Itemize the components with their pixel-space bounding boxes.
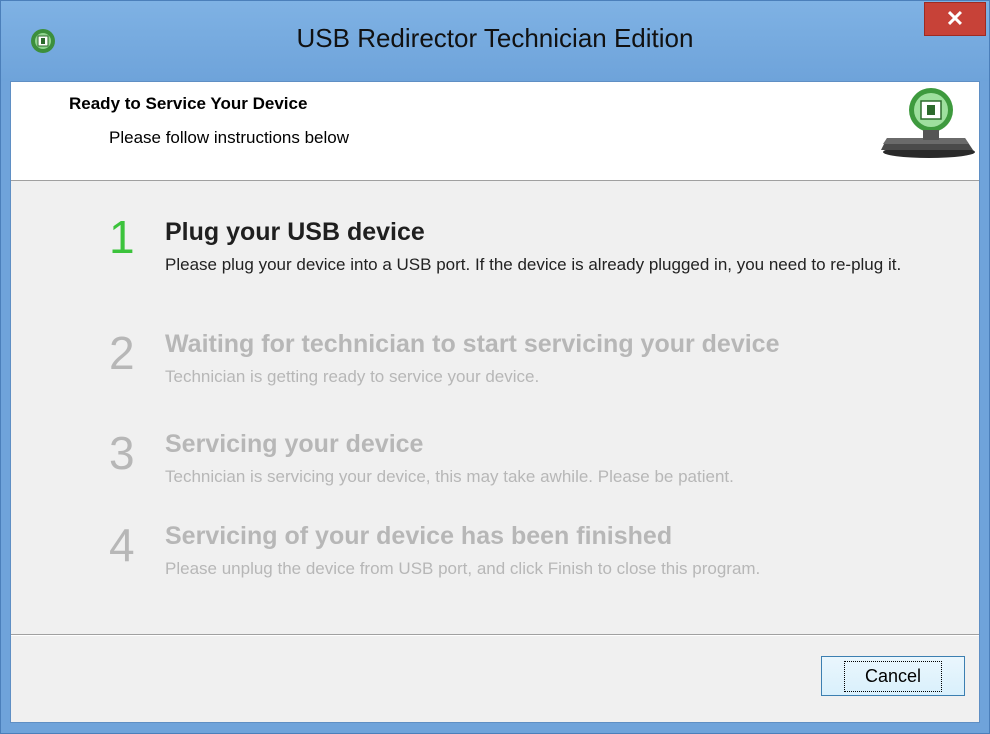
step-description: Please plug your device into a USB port.… bbox=[165, 255, 902, 274]
step-description: Please unplug the device from USB port, … bbox=[165, 559, 761, 578]
app-window: USB Redirector Technician Edition ✕ Read… bbox=[0, 0, 990, 734]
page-title: Ready to Service Your Device bbox=[69, 94, 308, 113]
title-bar[interactable]: USB Redirector Technician Edition ✕ bbox=[1, 1, 989, 81]
step-title: Servicing of your device has been finish… bbox=[165, 522, 673, 550]
step-number: 2 bbox=[109, 327, 135, 379]
wizard-panel: Ready to Service Your Device Please foll… bbox=[10, 81, 980, 723]
window-title: USB Redirector Technician Edition bbox=[296, 23, 694, 53]
usb-device-icon bbox=[873, 86, 977, 162]
close-button[interactable]: ✕ bbox=[924, 2, 986, 36]
step-title: Servicing your device bbox=[165, 430, 424, 458]
step-title: Plug your USB device bbox=[165, 218, 425, 246]
close-icon: ✕ bbox=[945, 6, 965, 31]
step-number: 3 bbox=[109, 427, 135, 479]
cancel-button-label: Cancel bbox=[843, 660, 943, 692]
step-description: Technician is servicing your device, thi… bbox=[165, 467, 734, 486]
step-title: Waiting for technician to start servicin… bbox=[165, 330, 780, 358]
cancel-button[interactable]: Cancel bbox=[821, 656, 965, 696]
wizard-header: Ready to Service Your Device Please foll… bbox=[11, 82, 979, 181]
page-subtitle: Please follow instructions below bbox=[109, 128, 350, 147]
step-description: Technician is getting ready to service y… bbox=[165, 367, 540, 386]
step-number: 1 bbox=[109, 211, 135, 263]
footer-divider bbox=[11, 634, 979, 636]
step-number: 4 bbox=[109, 519, 135, 571]
